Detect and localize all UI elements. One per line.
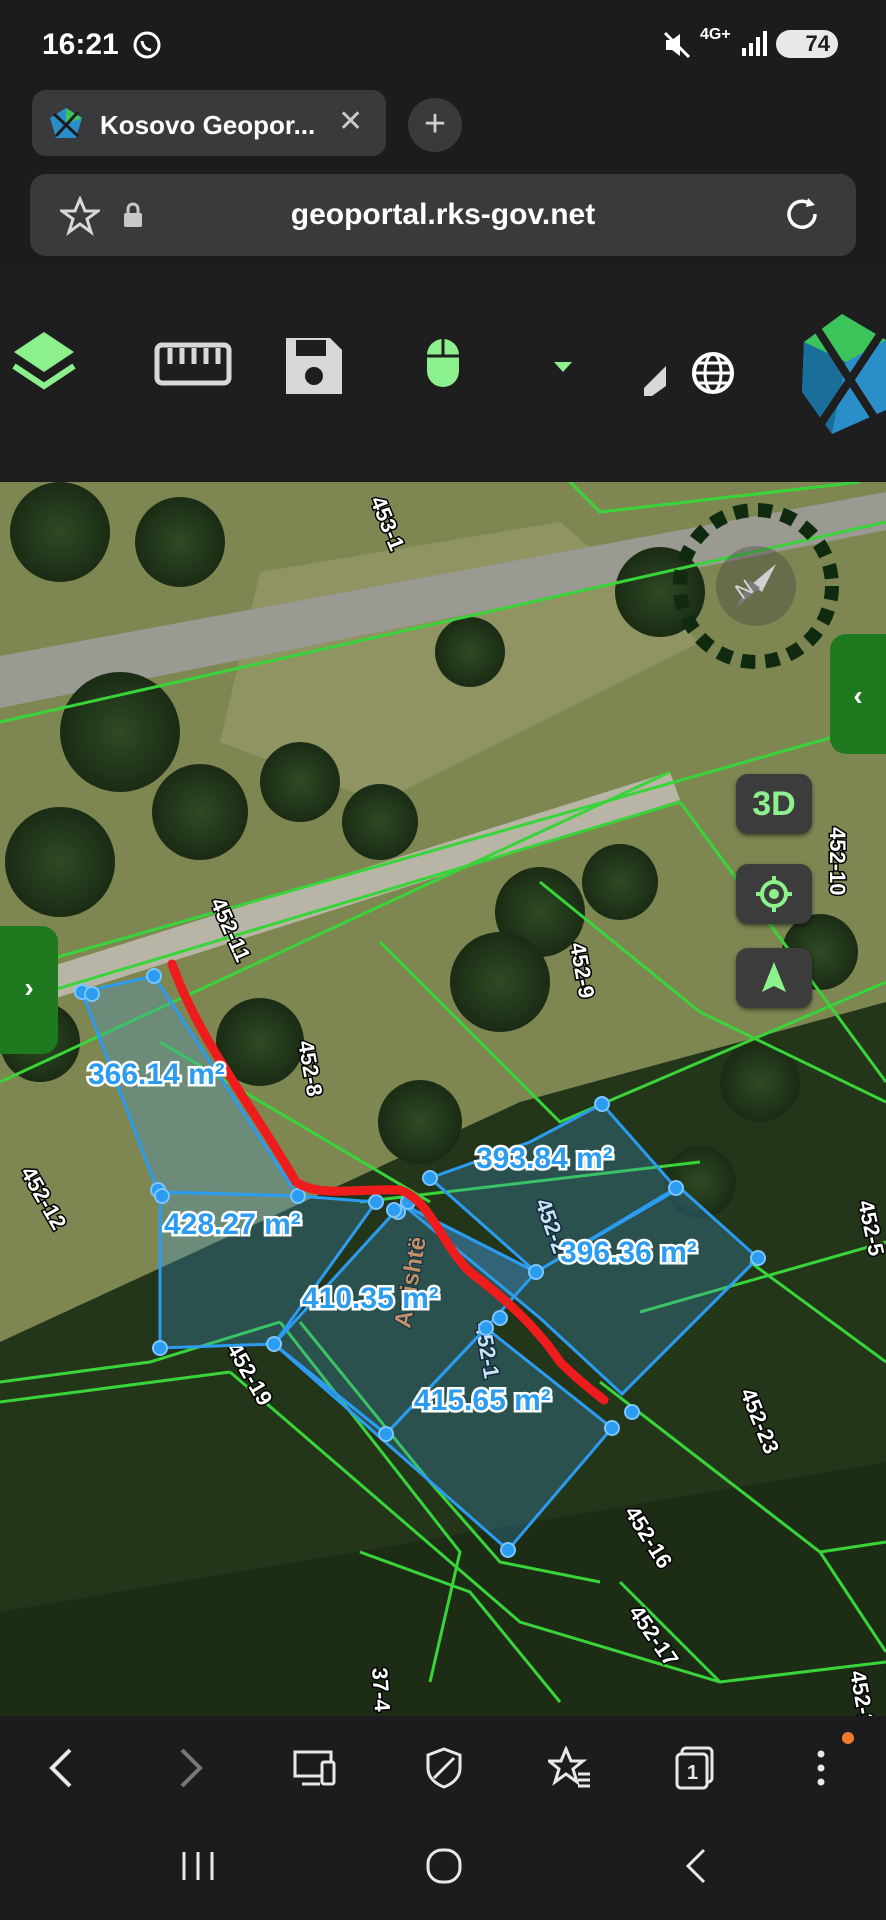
mute-icon bbox=[663, 31, 691, 59]
desktop-site-icon[interactable] bbox=[292, 1746, 338, 1790]
ruler-icon[interactable] bbox=[154, 342, 232, 386]
dropdown-arrow-icon[interactable] bbox=[552, 360, 574, 374]
bookmarks-star-icon[interactable] bbox=[548, 1746, 592, 1790]
locate-button[interactable] bbox=[736, 864, 812, 924]
globe-icon[interactable] bbox=[690, 350, 736, 396]
status-bar: 16:21 4G+ 74 bbox=[0, 0, 886, 90]
parcel-label: 452-10 bbox=[825, 827, 850, 896]
pencil-tip-icon[interactable] bbox=[642, 364, 668, 398]
recent-apps-icon[interactable] bbox=[178, 1848, 218, 1884]
system-navigation-bar bbox=[0, 1820, 886, 1920]
area-label: 396.36 m² bbox=[560, 1236, 697, 1269]
open-left-panel-button[interactable]: › bbox=[0, 926, 58, 1054]
area-label: 415.65 m² bbox=[414, 1384, 551, 1417]
crosshair-icon bbox=[756, 876, 792, 912]
open-right-panel-button[interactable]: ‹ bbox=[830, 634, 886, 754]
more-options-icon[interactable] bbox=[814, 1746, 828, 1790]
save-icon[interactable] bbox=[282, 334, 346, 398]
battery-level: 74 bbox=[805, 31, 830, 56]
navigation-arrow-icon bbox=[762, 962, 786, 992]
browser-bottom-bar: 1 bbox=[0, 1716, 886, 1820]
area-label: 428.27 m² bbox=[164, 1208, 301, 1241]
parcel-label: 37-4 bbox=[367, 1667, 395, 1713]
3d-view-button[interactable]: 3D bbox=[736, 774, 812, 834]
home-icon[interactable] bbox=[424, 1848, 464, 1884]
svg-text:1: 1 bbox=[687, 1762, 698, 1784]
status-time: 16:21 bbox=[42, 28, 119, 61]
area-label: 393.84 m² bbox=[476, 1142, 613, 1175]
map-view[interactable]: 453-1 452-11 452-10 452-9 452-8 452-12 4… bbox=[0, 482, 886, 1716]
tab-title: Kosovo Geopor... bbox=[100, 110, 316, 140]
browser-tab[interactable]: Kosovo Geopor... ✕ bbox=[32, 90, 386, 156]
chevron-left-icon: ‹ bbox=[853, 680, 863, 711]
notification-dot bbox=[842, 1732, 854, 1744]
layers-icon[interactable] bbox=[10, 328, 78, 398]
close-tab-icon[interactable]: ✕ bbox=[338, 104, 363, 139]
tabs-counter-icon[interactable]: 1 bbox=[674, 1746, 716, 1790]
back-arrow-icon[interactable] bbox=[46, 1746, 76, 1790]
mouse-icon[interactable] bbox=[424, 336, 462, 390]
navigation-button[interactable] bbox=[736, 948, 812, 1008]
reload-icon[interactable] bbox=[782, 194, 822, 234]
compass-icon[interactable]: N bbox=[672, 502, 840, 670]
geoportal-favicon-icon bbox=[50, 108, 82, 138]
battery-indicator: 74 bbox=[776, 30, 838, 58]
geoportal-toolbar bbox=[0, 266, 886, 482]
area-label: 366.14 m² bbox=[88, 1058, 225, 1091]
address-bar[interactable]: geoportal.rks-gov.net bbox=[30, 174, 856, 256]
signal-icon bbox=[742, 31, 767, 56]
network-type: 4G+ bbox=[700, 26, 731, 43]
kosovo-geoportal-logo bbox=[802, 314, 886, 434]
whatsapp-icon bbox=[133, 31, 161, 59]
forward-arrow-icon[interactable] bbox=[176, 1746, 206, 1790]
area-label: 410.35 m² bbox=[302, 1282, 439, 1315]
new-tab-button[interactable]: + bbox=[408, 98, 462, 152]
chevron-right-icon: › bbox=[24, 972, 34, 1003]
system-back-icon[interactable] bbox=[680, 1848, 710, 1884]
shield-icon[interactable] bbox=[424, 1746, 464, 1790]
tab-strip: Kosovo Geopor... ✕ + bbox=[0, 90, 886, 160]
url-text: geoportal.rks-gov.net bbox=[290, 198, 596, 231]
3d-label: 3D bbox=[752, 785, 796, 823]
